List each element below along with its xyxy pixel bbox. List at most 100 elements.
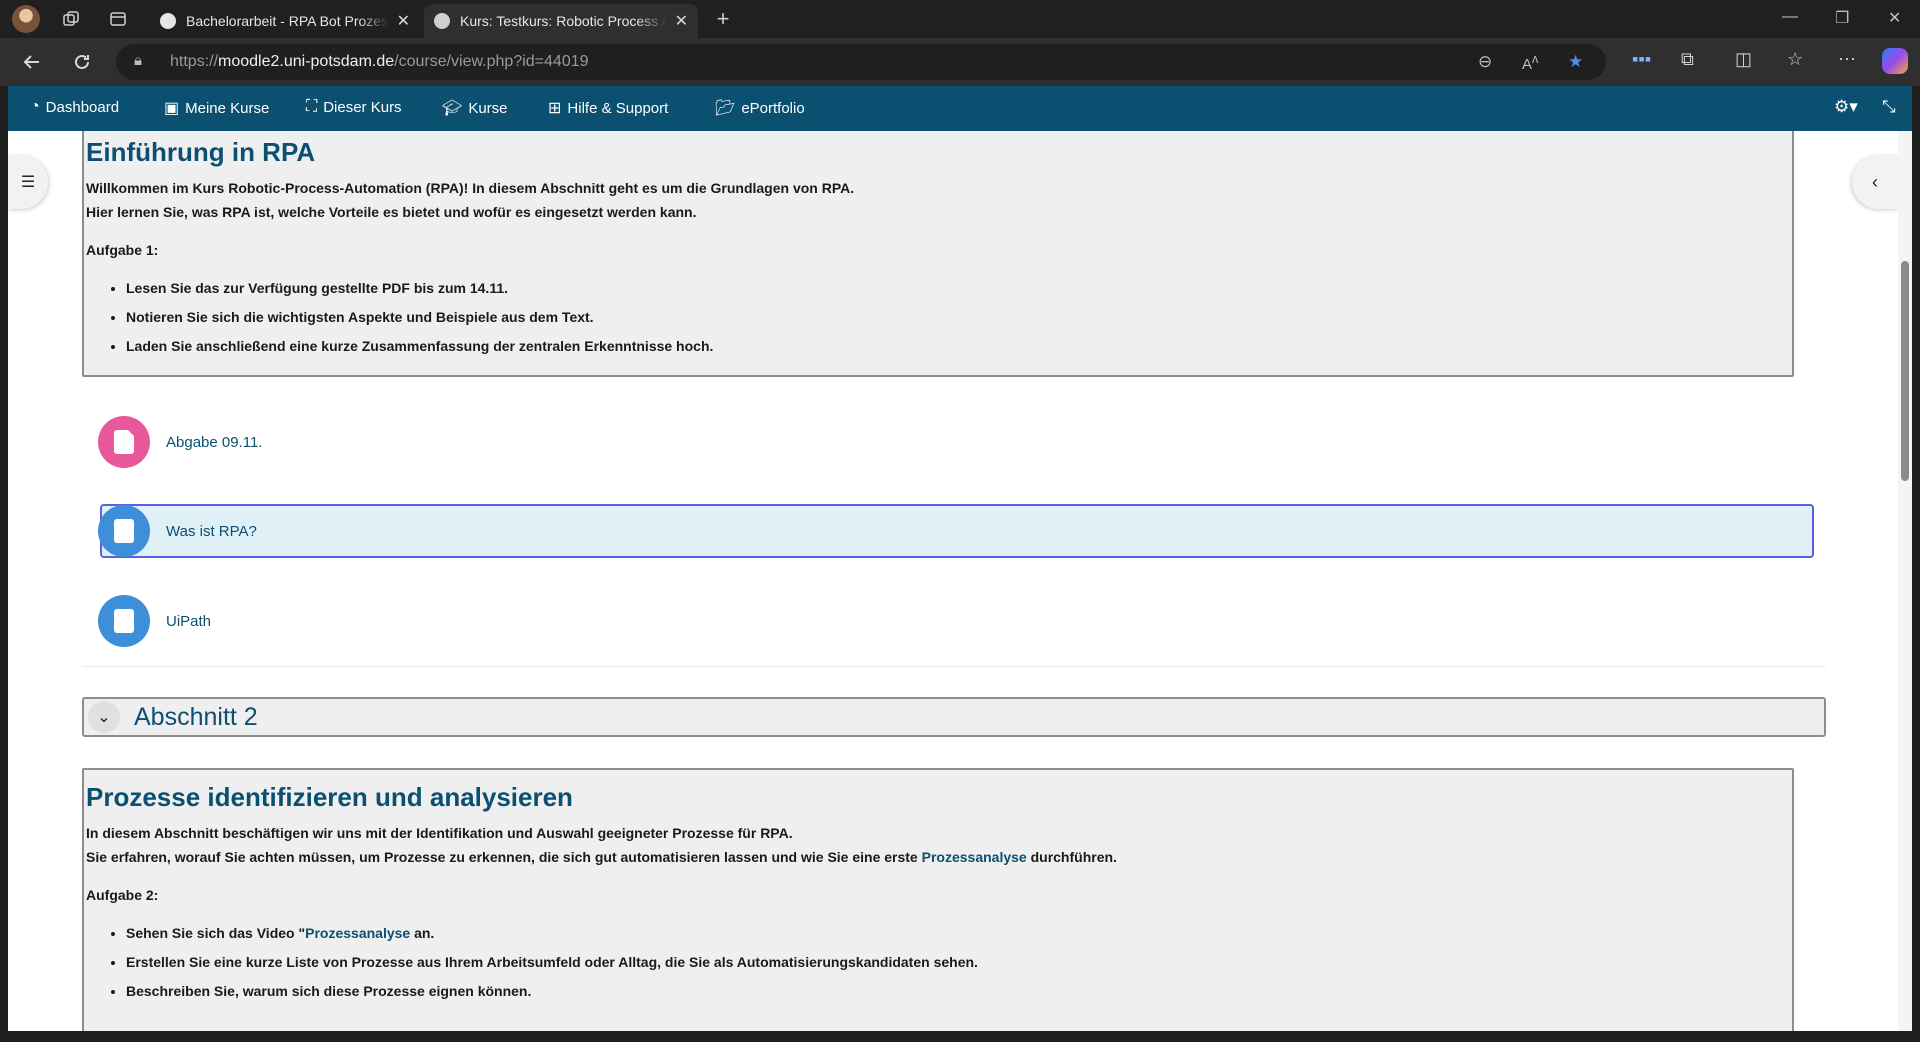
activity-abgabe[interactable]: Abgabe 09.11. (98, 415, 262, 469)
section1-task-list: Lesen Sie das zur Verfügung gestellte PD… (126, 274, 1790, 361)
close-icon[interactable]: ✕ (675, 11, 688, 31)
text: an. (410, 925, 435, 941)
nav-label: ePortfolio (741, 99, 805, 117)
tab-moodle-course[interactable]: Kurs: Testkurs: Robotic Process Au ✕ (424, 4, 698, 38)
assignment-icon (98, 416, 150, 468)
list-icon: ☰ (20, 174, 36, 191)
url-path: /course/view.php?id=44019 (394, 53, 589, 70)
close-icon[interactable]: ✕ (397, 11, 410, 31)
nav-label: Dashboard (45, 98, 120, 116)
list-item: Lesen Sie das zur Verfügung gestellte PD… (126, 274, 1790, 303)
new-tab-button[interactable]: + (710, 6, 736, 32)
section1-title: Einführung in RPA (86, 137, 316, 167)
read-aloud-icon[interactable]: Aʌ (1522, 52, 1538, 73)
minimize-icon[interactable]: — (1782, 8, 1798, 26)
activity-focus-highlight (100, 504, 1814, 558)
activity-name[interactable]: Was ist RPA? (166, 523, 257, 540)
prozessanalyse-link[interactable]: Prozessanalyse (922, 849, 1027, 865)
scrollbar-thumb[interactable] (1901, 261, 1909, 481)
sitemap-icon: ⛶ (306, 98, 318, 115)
section-divider (82, 666, 1826, 667)
list-item: Beschreiben Sie, warum sich diese Prozes… (126, 977, 1790, 1006)
list-item: Sehen Sie sich das Video "Prozessanalyse… (126, 919, 1790, 948)
course-page: ☰ ‹ Einführung in RPA Willkommen im Kurs… (8, 131, 1912, 1031)
moodle-icon (434, 13, 450, 29)
fullscreen-toggle-icon[interactable]: ⤡ (1882, 97, 1896, 117)
section2-summary: Prozesse identifizieren und analysieren … (82, 768, 1794, 1031)
nav-dashboard[interactable]: ◔ Dashboard (30, 98, 119, 116)
nav-label: Dieser Kurs (323, 98, 402, 116)
tab-title: Kurs: Testkurs: Robotic Process Au (460, 13, 667, 29)
page-icon (98, 595, 150, 647)
chevron-left-icon: ‹ (1872, 171, 1878, 192)
nav-label: Kurse (468, 99, 508, 117)
list-item: Laden Sie anschließend eine kurze Zusamm… (126, 332, 1790, 361)
folder-open-icon: 📂︎ (715, 100, 736, 117)
list-item: Notieren Sie sich die wichtigsten Aspekt… (126, 303, 1790, 332)
nav-label: Meine Kurse (185, 99, 270, 117)
section2-title: Prozesse identifizieren und analysieren (86, 782, 573, 812)
lock-icon[interactable]: 🔒︎ (134, 52, 142, 69)
back-icon[interactable] (20, 50, 44, 74)
course-index-toggle[interactable]: ☰ (8, 155, 48, 209)
browser-tab-bar: Bachelorarbeit - RPA Bot Prozessb ✕ Kurs… (0, 0, 1920, 38)
section2-header[interactable]: ⌄ Abschnitt 2 (82, 697, 1826, 737)
address-bar[interactable]: 🔒︎ https://moodle2.uni-potsdam.de/course… (116, 44, 1606, 80)
tab-actions-icon[interactable] (105, 6, 131, 32)
block-drawer-toggle[interactable]: ‹ (1852, 155, 1898, 209)
url-text: https://moodle2.uni-potsdam.de/course/vi… (170, 53, 589, 71)
activity-name[interactable]: UiPath (166, 613, 211, 630)
section1-summary: Einführung in RPA Willkommen im Kurs Rob… (82, 131, 1794, 377)
window-close-icon[interactable]: ✕ (1888, 8, 1901, 28)
settings-gear-icon[interactable]: ⚙▾ (1834, 97, 1858, 117)
openai-icon (160, 13, 176, 29)
tab-bachelorarbeit[interactable]: Bachelorarbeit - RPA Bot Prozessb ✕ (150, 4, 420, 38)
medkit-icon: ⊞ (548, 100, 562, 117)
dashboard-icon: ◔ (30, 98, 40, 115)
favorites-icon[interactable]: ☆ (1787, 49, 1803, 70)
more-icon[interactable]: ⋯ (1838, 49, 1856, 70)
tab-title: Bachelorarbeit - RPA Bot Prozessb (186, 13, 389, 29)
activity-name[interactable]: Abgabe 09.11. (166, 434, 262, 451)
moodle-navbar: ◔ Dashboard ▣ Meine Kurse ⛶ Dieser Kurs … (8, 86, 1912, 131)
section1-task-label: Aufgabe 1: (86, 242, 159, 258)
nav-eportfolio[interactable]: 📂︎ ePortfolio (715, 98, 805, 118)
nav-meine-kurse[interactable]: ▣ Meine Kurse (164, 98, 269, 118)
zoom-out-icon[interactable]: ⊖ (1478, 52, 1492, 72)
section1-intro1: Willkommen im Kurs Robotic-Process-Autom… (86, 180, 855, 196)
text: Sehen Sie sich das Video " (126, 925, 306, 941)
activity-was-ist-rpa[interactable]: Was ist RPA? (98, 504, 257, 558)
nav-hilfe-support[interactable]: ⊞ Hilfe & Support (548, 98, 668, 118)
section1-intro2: Hier lernen Sie, was RPA ist, welche Vor… (86, 204, 697, 220)
briefcase-icon: ▣ (164, 100, 180, 117)
section2-intro1: In diesem Abschnitt beschäftigen wir uns… (86, 825, 793, 841)
favorite-star-icon[interactable]: ★ (1568, 52, 1583, 72)
page-icon (98, 505, 150, 557)
extensions-puzzle-icon[interactable]: ⧉ (1681, 49, 1694, 70)
browser-toolbar: 🔒︎ https://moodle2.uni-potsdam.de/course… (0, 38, 1920, 86)
text: Sie erfahren, worauf Sie achten müssen, … (86, 849, 922, 865)
activity-uipath[interactable]: UiPath (98, 594, 211, 648)
reload-icon[interactable] (70, 50, 94, 74)
prozessanalyse-video-link[interactable]: Prozessanalyse (305, 925, 410, 941)
nav-dieser-kurs[interactable]: ⛶ Dieser Kurs (306, 98, 402, 116)
nav-kurse[interactable]: 🎓︎ Kurse (442, 98, 508, 118)
url-domain: moodle2.uni-potsdam.de (218, 53, 395, 70)
section2-header-title[interactable]: Abschnitt 2 (134, 703, 258, 732)
graduation-cap-icon: 🎓︎ (442, 100, 463, 117)
page-scrollbar[interactable] (1898, 131, 1912, 1031)
copilot-icon[interactable] (1882, 48, 1908, 74)
profile-avatar[interactable] (12, 5, 40, 33)
url-prefix: https:// (170, 53, 219, 70)
workspaces-icon[interactable] (58, 6, 84, 32)
section2-intro2: Sie erfahren, worauf Sie achten müssen, … (86, 845, 1790, 869)
text: durchführen. (1026, 849, 1117, 865)
section2-task-list: Sehen Sie sich das Video "Prozessanalyse… (126, 919, 1790, 1006)
extension-icon[interactable]: ▪▪▪ (1632, 49, 1651, 70)
section2-task-label: Aufgabe 2: (86, 887, 159, 903)
split-screen-icon[interactable]: ◫ (1735, 49, 1752, 70)
chevron-down-icon[interactable]: ⌄ (88, 701, 120, 733)
nav-label: Hilfe & Support (567, 99, 669, 117)
list-item: Erstellen Sie eine kurze Liste von Proze… (126, 948, 1790, 977)
restore-icon[interactable]: ❐ (1835, 8, 1849, 28)
